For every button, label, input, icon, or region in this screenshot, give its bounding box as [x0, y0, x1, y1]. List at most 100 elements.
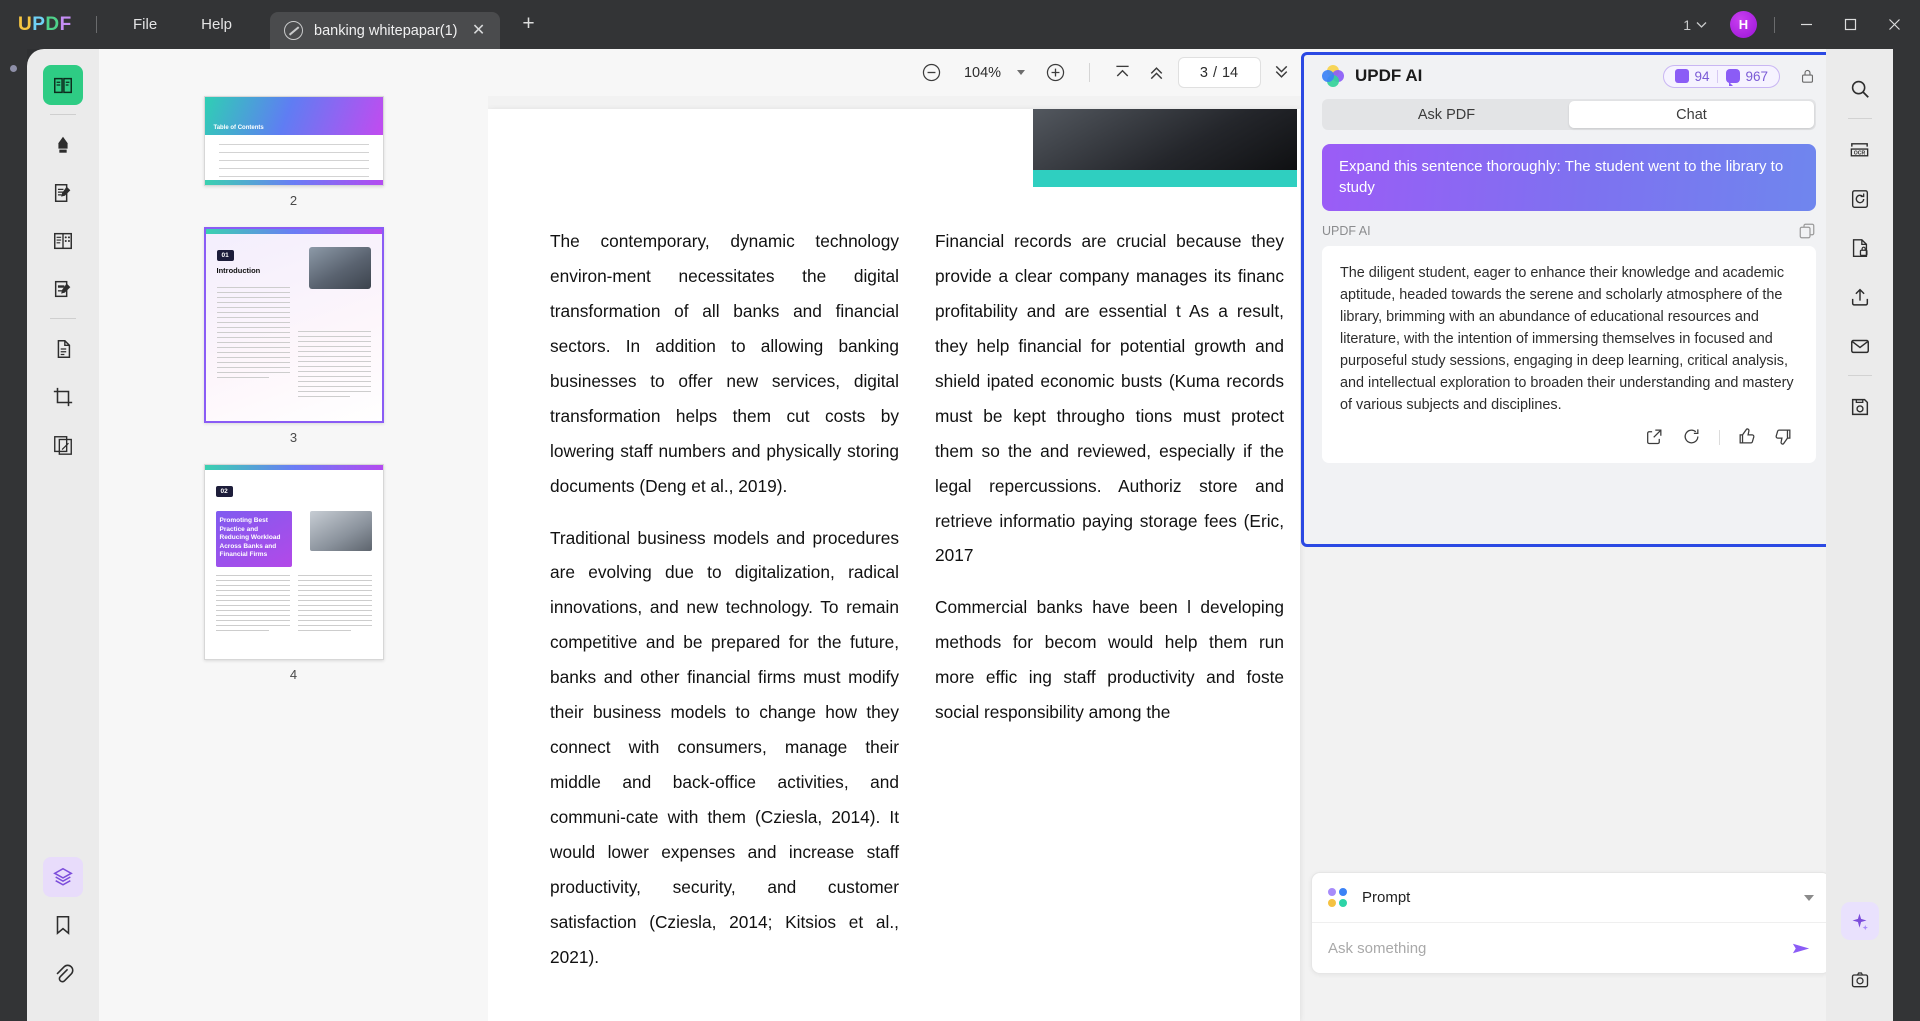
chevron-down-double-icon [1275, 65, 1288, 78]
top-band [205, 229, 382, 234]
logo-letter-f: F [59, 13, 72, 35]
protect-lock-icon [1852, 239, 1868, 257]
assistant-action-row [1340, 416, 1798, 455]
sidebar-item-protect[interactable] [1841, 229, 1879, 267]
send-button[interactable] [1788, 935, 1814, 961]
sidebar-item-compare-files[interactable] [43, 425, 83, 465]
thumbnail-page-3[interactable]: 01 Introduction 3 [203, 227, 384, 445]
zoom-out-button[interactable] [915, 56, 949, 90]
close-window-button[interactable] [1872, 5, 1916, 45]
divider [96, 16, 97, 33]
sidebar-item-layers[interactable] [43, 857, 83, 897]
sidebar-item-attachment[interactable] [43, 953, 83, 993]
menu-file[interactable]: File [111, 10, 179, 39]
toc-title: Table of Contents [213, 125, 264, 131]
edit-pdf-icon [54, 184, 71, 202]
menu-help[interactable]: Help [179, 10, 254, 39]
divider [50, 114, 76, 115]
top-band [204, 465, 383, 470]
next-page-button[interactable] [1265, 56, 1299, 90]
thumbs-down-icon[interactable] [1774, 427, 1794, 447]
page-icon [1675, 69, 1690, 83]
tab-chat[interactable]: Chat [1569, 101, 1814, 128]
paragraph: Financial records are crucial because th… [935, 231, 1284, 566]
thumbnail-list: Table of Contents 2 01 Introduction 3 02… [99, 49, 488, 701]
thumbnail-preview: Table of Contents [203, 96, 384, 186]
updf-ai-logo-icon [1322, 65, 1344, 87]
window-count-selector[interactable]: 1 [1674, 12, 1716, 38]
zoom-dropdown-icon[interactable] [1016, 70, 1025, 75]
first-page-icon [1116, 65, 1129, 77]
divider [1774, 16, 1775, 33]
tab-ask-pdf[interactable]: Ask PDF [1324, 101, 1569, 128]
ai-panel-pin-button[interactable] [1794, 63, 1820, 89]
avatar[interactable]: H [1730, 11, 1757, 38]
page-photo [1033, 109, 1297, 170]
body-columns [216, 287, 371, 401]
updf-ai-panel[interactable]: UPDF AI 94 967 Ask PDF Chat Expand this … [1301, 52, 1837, 547]
divider [1719, 429, 1720, 445]
sidebar-item-email[interactable] [1841, 327, 1879, 365]
sidebar-item-search[interactable] [1841, 70, 1879, 108]
sidebar-item-convert[interactable] [1841, 180, 1879, 218]
assistant-header: UPDF AI [1322, 222, 1816, 240]
email-icon [1850, 339, 1869, 354]
chats-credit-value: 967 [1745, 68, 1768, 84]
page-number-input[interactable]: 3 / 14 [1177, 57, 1261, 88]
zoom-level-value[interactable]: 104% [959, 65, 1007, 81]
sidebar-item-bookmark[interactable] [43, 905, 83, 945]
thumbnail-preview-selected: 01 Introduction [203, 227, 384, 423]
right-edge-rail [1893, 49, 1920, 1021]
compare-files-icon [54, 436, 72, 455]
sidebar-item-crop-page[interactable] [43, 377, 83, 417]
document-tab[interactable]: banking whitepapar(1) ✕ [270, 12, 500, 49]
close-tab-icon[interactable]: ✕ [468, 20, 490, 42]
thumbnail-panel[interactable]: Table of Contents 2 01 Introduction 3 02… [99, 49, 488, 1021]
ai-assistant-button[interactable] [1840, 902, 1879, 940]
zoom-in-button[interactable] [1039, 56, 1073, 90]
logo-letter-d: D [45, 13, 60, 35]
thumbnail-page-4[interactable]: 02 Promoting Best Practice and Reducing … [203, 464, 384, 682]
sidebar-item-reader-view[interactable] [43, 65, 83, 105]
window-controls-group: 1 H [1674, 5, 1920, 45]
search-icon [1851, 80, 1869, 98]
thumbnail-page-2[interactable]: Table of Contents 2 [203, 96, 384, 208]
prompt-mode-selector[interactable]: Prompt [1312, 873, 1830, 923]
ai-sparkle-icon [1852, 913, 1868, 930]
sidebar-item-ocr[interactable]: OCR [1841, 131, 1879, 169]
first-page-button[interactable] [1106, 56, 1140, 90]
toc-lines [205, 135, 383, 185]
sidebar-item-highlight-comment[interactable] [43, 125, 83, 165]
copy-response-button[interactable] [1798, 222, 1816, 240]
new-tab-button[interactable]: + [516, 12, 542, 38]
thumbnail-preview: 02 Promoting Best Practice and Reducing … [203, 464, 384, 660]
sidebar-item-fill-sign[interactable] [43, 269, 83, 309]
maximize-button[interactable] [1828, 5, 1872, 45]
pdf-page-3: The contemporary, dynamic technology env… [488, 109, 1300, 1021]
sidebar-item-save[interactable] [1841, 388, 1879, 426]
crop-icon [53, 387, 73, 407]
ocr-icon: OCR [1850, 142, 1869, 156]
sidebar-item-edit-pdf[interactable] [43, 173, 83, 213]
section-photo [309, 511, 372, 551]
previous-page-button[interactable] [1140, 56, 1174, 90]
sidebar-item-screenshot[interactable] [1841, 961, 1879, 999]
share-icon[interactable] [1645, 427, 1665, 447]
paragraph: Traditional business models and procedur… [550, 527, 899, 967]
page-left-column: The contemporary, dynamic technology env… [550, 224, 899, 992]
current-page-value: 3 [1199, 64, 1208, 81]
convert-pdf-icon [57, 340, 71, 358]
thumbs-up-icon[interactable] [1737, 427, 1757, 447]
regenerate-icon[interactable] [1682, 427, 1702, 447]
sidebar-item-convert-pdf[interactable] [43, 329, 83, 369]
convert-icon [1851, 190, 1868, 208]
svg-text:OCR: OCR [1854, 150, 1866, 156]
ask-something-input[interactable] [1328, 939, 1788, 957]
ai-credits-badges[interactable]: 94 967 [1663, 64, 1780, 88]
minimize-button[interactable] [1784, 5, 1828, 45]
sidebar-item-share[interactable] [1841, 278, 1879, 316]
tab-title: banking whitepapar(1) [314, 22, 458, 39]
logo-letter-u: U [18, 13, 33, 35]
sidebar-item-page-organize[interactable] [43, 221, 83, 261]
body-columns [215, 575, 372, 635]
